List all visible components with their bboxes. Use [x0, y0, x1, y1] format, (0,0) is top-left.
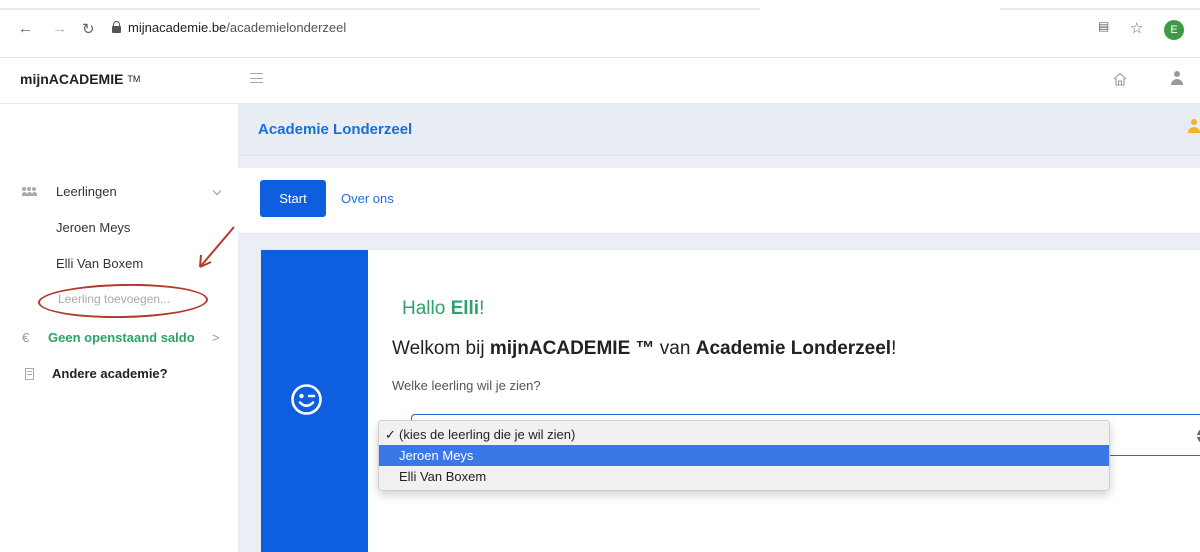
check-icon: ✓: [385, 427, 396, 442]
add-student-link[interactable]: Leerling toevoegen...: [58, 292, 170, 306]
lock-icon: [112, 21, 121, 33]
translate-icon[interactable]: ▤: [1098, 19, 1109, 33]
sidebar-item-label: Leerlingen: [56, 184, 117, 199]
welcome-brand: mijnACADEMIE ™: [489, 338, 655, 359]
greeting-name: Elli: [450, 298, 480, 319]
dropdown-option-jeroen[interactable]: Jeroen Meys: [379, 445, 1109, 466]
user-icon[interactable]: [1170, 71, 1184, 87]
brand-trademark: TM: [127, 74, 141, 84]
welcome-mid: van: [654, 338, 696, 359]
student-name: Jeroen Meys: [56, 220, 131, 235]
building-icon: [25, 368, 34, 380]
url-text[interactable]: mijnacademie.be/academielonderzeel: [128, 20, 346, 35]
reload-icon[interactable]: ↻: [82, 20, 95, 38]
greeting: Hallo Elli!: [402, 298, 484, 320]
content-header: Academie Londerzeel: [238, 104, 1200, 156]
option-label: (kies de leerling die je wil zien): [399, 427, 576, 442]
euro-icon: €: [22, 330, 30, 345]
saldo-label: Geen openstaand saldo: [48, 330, 195, 345]
students-icon: [22, 187, 37, 197]
greeting-suffix: !: [479, 298, 485, 319]
annotation-arrow: [199, 226, 235, 268]
app-header: mijnACADEMIE TM: [0, 58, 1200, 104]
star-icon[interactable]: ☆: [1130, 19, 1143, 37]
browser-toolbar: ← → ↻ mijnacademie.be/academielonderzeel…: [0, 0, 1200, 58]
greeting-prefix: Hallo: [402, 298, 451, 319]
back-arrow-icon[interactable]: ←: [18, 20, 33, 37]
option-label: Jeroen Meys: [399, 448, 474, 463]
option-label: Elli Van Boxem: [399, 469, 487, 484]
address-bar[interactable]: mijnacademie.be/academielonderzeel: [112, 17, 1152, 43]
welcome-academy: Academie Londerzeel: [695, 338, 892, 359]
tabs-bar: Start Over ons: [238, 168, 1200, 234]
brand-logo[interactable]: mijnACADEMIE TM: [20, 71, 140, 87]
url-path: /academielonderzeel: [226, 20, 347, 35]
dropdown-option-placeholder[interactable]: ✓ (kies de leerling die je wil zien): [379, 424, 1109, 445]
tab-strip-line: [1000, 8, 1200, 10]
welcome-prefix: Welkom bij: [392, 338, 490, 359]
url-host: mijnacademie.be: [128, 20, 227, 35]
student-select-dropdown[interactable]: ✓ (kies de leerling die je wil zien) Jero…: [378, 420, 1110, 491]
welcome-text: Welkom bij mijnACADEMIE ™ van Academie L…: [392, 338, 896, 360]
student-question: Welke leerling wil je zien?: [392, 378, 541, 393]
wink-smiley-icon: [291, 384, 322, 415]
card-accent: [261, 250, 368, 552]
tab-start[interactable]: Start: [260, 180, 326, 217]
home-icon[interactable]: [1113, 72, 1127, 86]
welcome-card: Hallo Elli! Welkom bij mijnACADEMIE ™ va…: [261, 250, 1200, 552]
tab-strip-line: [0, 8, 760, 10]
forward-arrow-icon[interactable]: →: [52, 20, 67, 37]
profile-avatar[interactable]: E: [1164, 20, 1184, 40]
tab-over-ons[interactable]: Over ons: [341, 191, 394, 206]
page-title: Academie Londerzeel: [258, 121, 413, 138]
select-arrows-icon: ▲ ▼: [1195, 427, 1200, 444]
student-name: Elli Van Boxem: [56, 256, 144, 271]
other-academy-label: Andere academie?: [52, 366, 168, 381]
dropdown-option-elli[interactable]: Elli Van Boxem: [379, 466, 1109, 487]
brand-name: mijnACADEMIE: [20, 71, 124, 87]
chevron-down-icon[interactable]: [212, 186, 222, 196]
chevron-right-icon: >: [212, 330, 220, 345]
sidebar: Leerlingen Jeroen Meys Elli Van Boxem Le…: [0, 104, 238, 552]
menu-icon[interactable]: [250, 73, 263, 83]
user-icon[interactable]: [1188, 119, 1200, 135]
welcome-suffix: !: [891, 338, 897, 359]
